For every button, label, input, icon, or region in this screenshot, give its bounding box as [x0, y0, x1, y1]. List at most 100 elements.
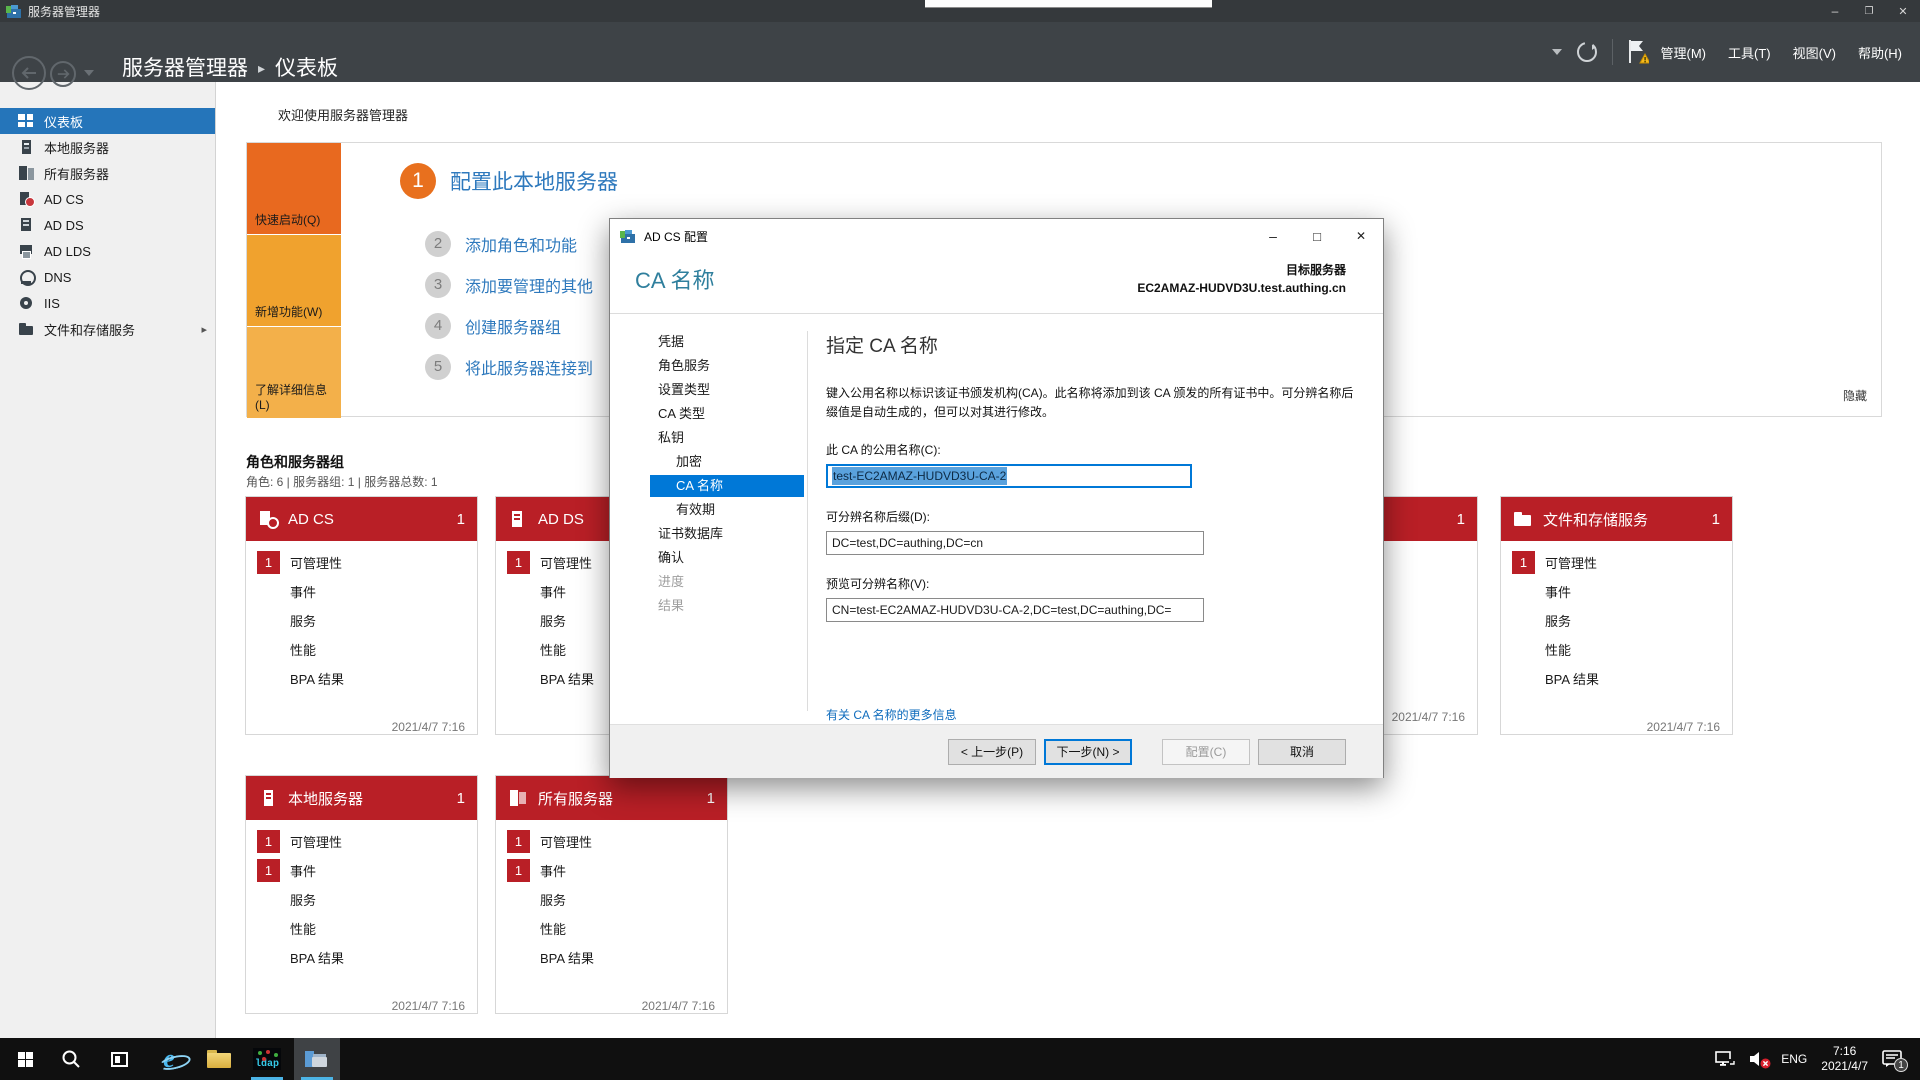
notifications-flag-icon[interactable] — [1627, 39, 1649, 65]
step-number: 1 — [400, 163, 436, 199]
card-row[interactable]: 1 可管理性 — [1501, 551, 1732, 574]
menu-view[interactable]: 视图(V) — [1793, 43, 1836, 62]
dn-suffix-input[interactable]: DC=test,DC=authing,DC=cn — [826, 531, 1204, 556]
menu-tools[interactable]: 工具(T) — [1728, 43, 1771, 62]
clock[interactable]: 7:16 2021/4/7 — [1821, 1044, 1868, 1074]
server-manager-icon — [620, 228, 636, 244]
volume-muted-icon[interactable] — [1749, 1051, 1771, 1069]
field-label: 此 CA 的公用名称(C): — [826, 443, 941, 458]
wizard-step-ca-type[interactable]: CA 类型 — [650, 403, 804, 425]
history-dropdown-icon[interactable] — [84, 70, 94, 76]
common-name-input[interactable]: test-EC2AMAZ-HUDVD3U-CA-2 — [826, 464, 1192, 489]
sidebar-item-dns[interactable]: DNS — [0, 264, 215, 290]
card-row[interactable]: 1 可管理性 — [246, 551, 477, 574]
card-row[interactable]: 事件 — [1501, 580, 1732, 603]
forward-button[interactable] — [50, 61, 76, 87]
card-header[interactable]: 所有服务器 1 — [496, 776, 727, 820]
card-row[interactable]: BPA 结果 — [496, 946, 727, 969]
card-row[interactable]: 服务 — [246, 609, 477, 632]
taskbar-app-ldap-tool[interactable] — [244, 1038, 290, 1080]
taskbar-app-search[interactable] — [48, 1038, 94, 1080]
dialog-minimize-button[interactable] — [1251, 219, 1295, 253]
taskbar-app-server-manager[interactable] — [294, 1038, 340, 1080]
card-row-label: 服务 — [290, 893, 317, 908]
card-row[interactable]: 1 事件 — [496, 859, 727, 882]
quickstart-step-1[interactable]: 1 配置此本地服务器 — [400, 163, 618, 199]
dialog-maximize-button[interactable] — [1295, 219, 1339, 253]
taskbar-app-file-explorer[interactable] — [196, 1038, 242, 1080]
taskbar-app-task-view[interactable] — [96, 1038, 142, 1080]
sidebar-item-ad-lds[interactable]: AD LDS — [0, 238, 215, 264]
card-row[interactable]: BPA 结果 — [246, 667, 477, 690]
card-row[interactable]: BPA 结果 — [1501, 667, 1732, 690]
sidebar-item-ad-ds[interactable]: AD DS — [0, 212, 215, 238]
card-header[interactable]: AD CS 1 — [246, 497, 477, 541]
more-info-link[interactable]: 有关 CA 名称的更多信息 — [826, 706, 957, 723]
sidebar-item-all-servers[interactable]: 所有服务器 — [0, 160, 215, 186]
window-minimize-button[interactable] — [1818, 0, 1852, 22]
wizard-step-private-key[interactable]: 私钥 — [650, 427, 804, 449]
whats-new-tab[interactable]: 新增功能(W) — [247, 235, 341, 326]
chevron-down-icon[interactable] — [1551, 49, 1562, 55]
wizard-step-setup-type[interactable]: 设置类型 — [650, 379, 804, 401]
sidebar-item-file-storage[interactable]: 文件和存储服务 ▸ — [0, 316, 215, 342]
back-button[interactable] — [12, 56, 46, 90]
network-icon[interactable] — [1715, 1051, 1736, 1067]
card-header[interactable]: 本地服务器 1 — [246, 776, 477, 820]
card-row[interactable]: 服务 — [246, 888, 477, 911]
dn-preview-input[interactable]: CN=test-EC2AMAZ-HUDVD3U-CA-2,DC=test,DC=… — [826, 598, 1204, 623]
taskbar-app-start[interactable] — [2, 1038, 48, 1080]
quickstart-step-5[interactable]: 5 将此服务器连接到 — [425, 354, 593, 380]
menu-manage[interactable]: 管理(M) — [1661, 43, 1707, 62]
learn-more-tab[interactable]: 了解详细信息(L) — [247, 327, 341, 418]
wizard-step-cryptography[interactable]: 加密 — [650, 451, 804, 473]
quick-start-tab[interactable]: 快速启动(Q) — [247, 143, 341, 234]
step-number: 4 — [425, 313, 451, 339]
wizard-step-credentials[interactable]: 凭据 — [650, 331, 804, 353]
previous-button[interactable]: < 上一步(P) — [948, 738, 1036, 765]
sidebar-item-ad-cs[interactable]: AD CS — [0, 186, 215, 212]
wizard-step-confirmation[interactable]: 确认 — [650, 547, 804, 569]
card-row[interactable]: 服务 — [496, 888, 727, 911]
breadcrumb-current[interactable]: 仪表板 — [275, 52, 338, 82]
card-row[interactable]: 性能 — [246, 917, 477, 940]
breadcrumb-root[interactable]: 服务器管理器 — [122, 52, 248, 82]
wizard-step-ca-name[interactable]: CA 名称 — [650, 475, 804, 497]
sidebar-item-local-server[interactable]: 本地服务器 — [0, 134, 215, 160]
next-button[interactable]: 下一步(N) > — [1044, 738, 1132, 765]
quickstart-step-4[interactable]: 4 创建服务器组 — [425, 313, 561, 339]
card-row[interactable]: 性能 — [246, 638, 477, 661]
card-refresh-time: 2021/4/7 7:16 — [1646, 720, 1720, 734]
dialog-close-button[interactable] — [1339, 219, 1383, 253]
sidebar-nav: 仪表板 本地服务器 所有服务器 AD CS AD DS AD LDS DNS IIS 文件和存储… — [0, 108, 215, 342]
card-row[interactable]: 1 可管理性 — [246, 830, 477, 853]
wizard-step-validity-period[interactable]: 有效期 — [650, 499, 804, 521]
action-center-icon[interactable]: 1 — [1882, 1050, 1908, 1072]
file-storage-icon — [18, 321, 34, 337]
card-row[interactable]: 事件 — [246, 580, 477, 603]
card-row[interactable]: 1 可管理性 — [496, 830, 727, 853]
refresh-icon[interactable] — [1576, 41, 1598, 63]
wizard-step-role-services[interactable]: 角色服务 — [650, 355, 804, 377]
quickstart-step-3[interactable]: 3 添加要管理的其他 — [425, 272, 593, 298]
sidebar-item-iis[interactable]: IIS — [0, 290, 215, 316]
card-row[interactable]: 服务 — [1501, 609, 1732, 632]
wizard-step-certificate-database[interactable]: 证书数据库 — [650, 523, 804, 545]
internet-explorer-icon: e — [163, 1044, 175, 1073]
taskbar-app-internet-explorer[interactable]: e — [146, 1038, 192, 1080]
ad-cs-icon — [18, 191, 35, 207]
window-close-button[interactable] — [1886, 0, 1920, 22]
card-row[interactable]: 性能 — [496, 917, 727, 940]
hide-link[interactable]: 隐藏 — [1843, 387, 1867, 404]
sidebar-item-dashboard[interactable]: 仪表板 — [0, 108, 215, 134]
quickstart-step-2[interactable]: 2 添加角色和功能 — [425, 231, 577, 257]
language-indicator[interactable]: ENG — [1781, 1052, 1807, 1066]
alert-count-badge — [507, 609, 530, 632]
menu-help[interactable]: 帮助(H) — [1858, 43, 1902, 62]
cancel-button[interactable]: 取消 — [1258, 738, 1346, 765]
card-header[interactable]: 文件和存储服务 1 — [1501, 497, 1732, 541]
card-row[interactable]: BPA 结果 — [246, 946, 477, 969]
window-maximize-button[interactable] — [1852, 0, 1886, 22]
card-row[interactable]: 性能 — [1501, 638, 1732, 661]
card-row[interactable]: 1 事件 — [246, 859, 477, 882]
